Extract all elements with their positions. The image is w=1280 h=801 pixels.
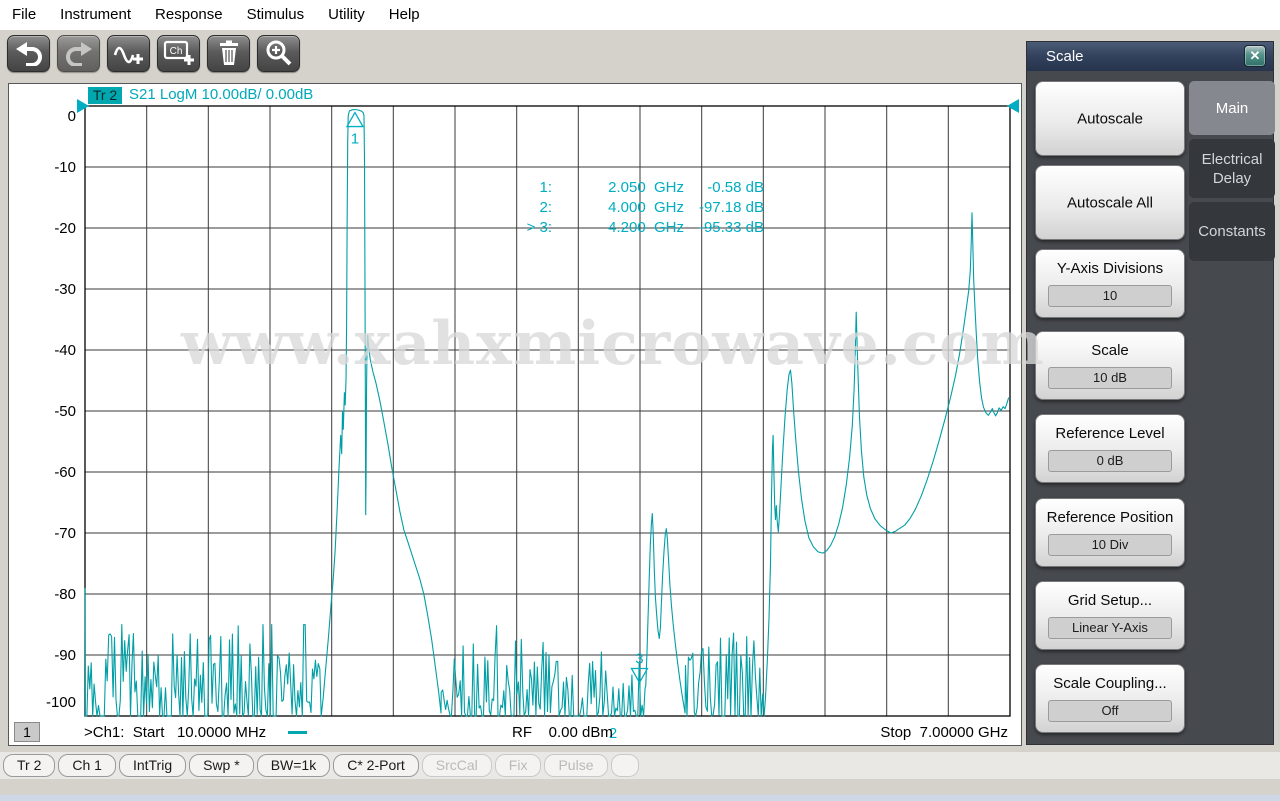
rf-power-label: RF 0.00 dBm (512, 724, 613, 741)
marker-readout-value: -95.33 dB (698, 219, 764, 236)
trash-icon (219, 40, 238, 65)
status-button-c-2-port[interactable]: C* 2-Port (333, 754, 419, 777)
tab-electrical-delay[interactable]: Electrical Delay (1189, 139, 1275, 198)
application-window: File Instrument Response Stimulus Utility Hel… (0, 0, 1280, 801)
channel-number-badge[interactable]: 1 (14, 722, 40, 742)
panel-button-label: Grid Setup... (1067, 592, 1153, 609)
tab-constants[interactable]: Constants (1189, 202, 1275, 261)
marker-readout-frequency: 4.200 GHz (608, 219, 684, 236)
add-trace-icon (113, 46, 143, 64)
menu-item-utility[interactable]: Utility (316, 0, 377, 30)
zoom-in-icon (266, 40, 291, 66)
status-button-srccal[interactable]: SrcCal (421, 754, 492, 777)
marker-readout-row: > 3: 4.200 GHz -95.33 dB (468, 219, 764, 239)
stop-frequency-label: Stop 7.00000 GHz (880, 724, 1008, 741)
y-axis-tick: 0 (67, 108, 76, 125)
status-button-swp-[interactable]: Swp * (189, 754, 254, 777)
y-axis-tick: -60 (54, 464, 76, 481)
panel-button-label: Reference Level (1055, 425, 1165, 442)
panel-button-label: Reference Position (1046, 509, 1174, 526)
trace-badge[interactable]: Tr 2 (88, 87, 122, 104)
marker-readout: 1: 2.050 GHz -0.58 dB 2: 4.000 GHz -97.18 dB >… (468, 179, 764, 239)
scale-panel: Scale ✕ Autoscale Autoscale All Y-Axis Div… (1026, 41, 1275, 745)
tab-main[interactable]: Main (1189, 81, 1275, 135)
menu-item-response[interactable]: Response (143, 0, 235, 30)
delete-button[interactable] (207, 34, 250, 72)
status-button-tr-2[interactable]: Tr 2 (3, 754, 56, 777)
menu-item-help[interactable]: Help (377, 0, 432, 30)
marker-readout-value: -97.18 dB (698, 199, 764, 216)
panel-button-scale-coupling-[interactable]: Scale Coupling... Off (1035, 664, 1185, 733)
marker-readout-frequency: 4.000 GHz (608, 199, 684, 216)
panel-button-value: 10 (1048, 285, 1172, 307)
y-axis-tick: -70 (54, 525, 76, 542)
panel-button-reference-level[interactable]: Reference Level 0 dB (1035, 414, 1185, 483)
menu-item-instrument[interactable]: Instrument (48, 0, 143, 30)
panel-button-value: Off (1048, 700, 1172, 722)
panel-button-label: Autoscale (1077, 110, 1143, 127)
start-frequency-label: >Ch1: Start 10.0000 MHz (84, 724, 267, 741)
redo-icon (65, 42, 92, 66)
status-button-ch-1[interactable]: Ch 1 (58, 754, 116, 777)
add-channel-icon: Ch (163, 40, 194, 65)
status-button-fix[interactable]: Fix (494, 754, 542, 777)
marker-readout-id: 1: (539, 179, 552, 196)
y-axis-tick: -50 (54, 403, 76, 420)
marker-readout-row: 2: 4.000 GHz -97.18 dB (468, 199, 764, 219)
y-axis-tick: -80 (54, 586, 76, 603)
panel-button-reference-position[interactable]: Reference Position 10 Div (1035, 498, 1185, 567)
panel-button-value: 10 dB (1048, 367, 1172, 389)
panel-button-value: 0 dB (1048, 450, 1172, 472)
zoom-button[interactable] (257, 34, 300, 72)
status-bar: Tr 2 Ch 1 IntTrig Swp * BW=1k C* 2-Port SrcCal… (0, 752, 1280, 779)
marker-readout-id: > 3: (526, 219, 552, 236)
y-axis-tick: -30 (54, 281, 76, 298)
panel-button-label: Scale (1091, 342, 1129, 359)
close-icon[interactable]: ✕ (1244, 45, 1266, 67)
status-button-pulse[interactable]: Pulse (544, 754, 608, 777)
panel-button-scale[interactable]: Scale 10 dB (1035, 331, 1185, 400)
trace-color-indicator (288, 731, 307, 734)
scale-panel-title[interactable]: Scale (1027, 42, 1273, 71)
menu-item-stimulus[interactable]: Stimulus (235, 0, 317, 30)
panel-button-value: 10 Div (1048, 534, 1172, 556)
panel-button-label: Y-Axis Divisions (1056, 260, 1164, 277)
marker-readout-row: 1: 2.050 GHz -0.58 dB (468, 179, 764, 199)
panel-button-label: Autoscale All (1067, 194, 1153, 211)
y-axis-tick: -90 (54, 647, 76, 664)
y-axis-tick: -40 (54, 342, 76, 359)
panel-button-grid-setup-[interactable]: Grid Setup... Linear Y-Axis (1035, 581, 1185, 650)
trace-title: S21 LogM 10.00dB/ 0.00dB (129, 86, 314, 103)
panel-button-autoscale-all[interactable]: Autoscale All (1035, 165, 1185, 240)
panel-button-value: Linear Y-Axis (1048, 617, 1172, 639)
panel-button-y-axis-divisions[interactable]: Y-Axis Divisions 10 (1035, 249, 1185, 318)
marker-readout-id: 2: (539, 199, 552, 216)
undo-icon (15, 42, 42, 66)
menu-item-file[interactable]: File (10, 0, 48, 30)
status-button-inttrig[interactable]: IntTrig (118, 754, 187, 777)
marker-readout-value: -0.58 dB (707, 179, 764, 196)
y-axis-tick: -100 (45, 694, 76, 711)
undo-button[interactable] (7, 34, 50, 72)
y-axis-tick: -10 (54, 159, 76, 176)
marker-readout-frequency: 2.050 GHz (608, 179, 684, 196)
svg-text:Ch: Ch (169, 46, 182, 57)
panel-button-autoscale[interactable]: Autoscale (1035, 81, 1185, 156)
add-trace-button[interactable] (107, 34, 150, 72)
y-axis-tick: -20 (54, 220, 76, 237)
add-channel-button[interactable]: Ch (157, 34, 200, 72)
status-button-empty (610, 754, 639, 777)
menu-bar: File Instrument Response Stimulus Utility Hel… (0, 0, 1280, 30)
window-bottom-edge (0, 795, 1280, 801)
status-button-bw-1k[interactable]: BW=1k (256, 754, 331, 777)
redo-button[interactable] (57, 34, 100, 72)
panel-button-label: Scale Coupling... (1053, 675, 1167, 692)
